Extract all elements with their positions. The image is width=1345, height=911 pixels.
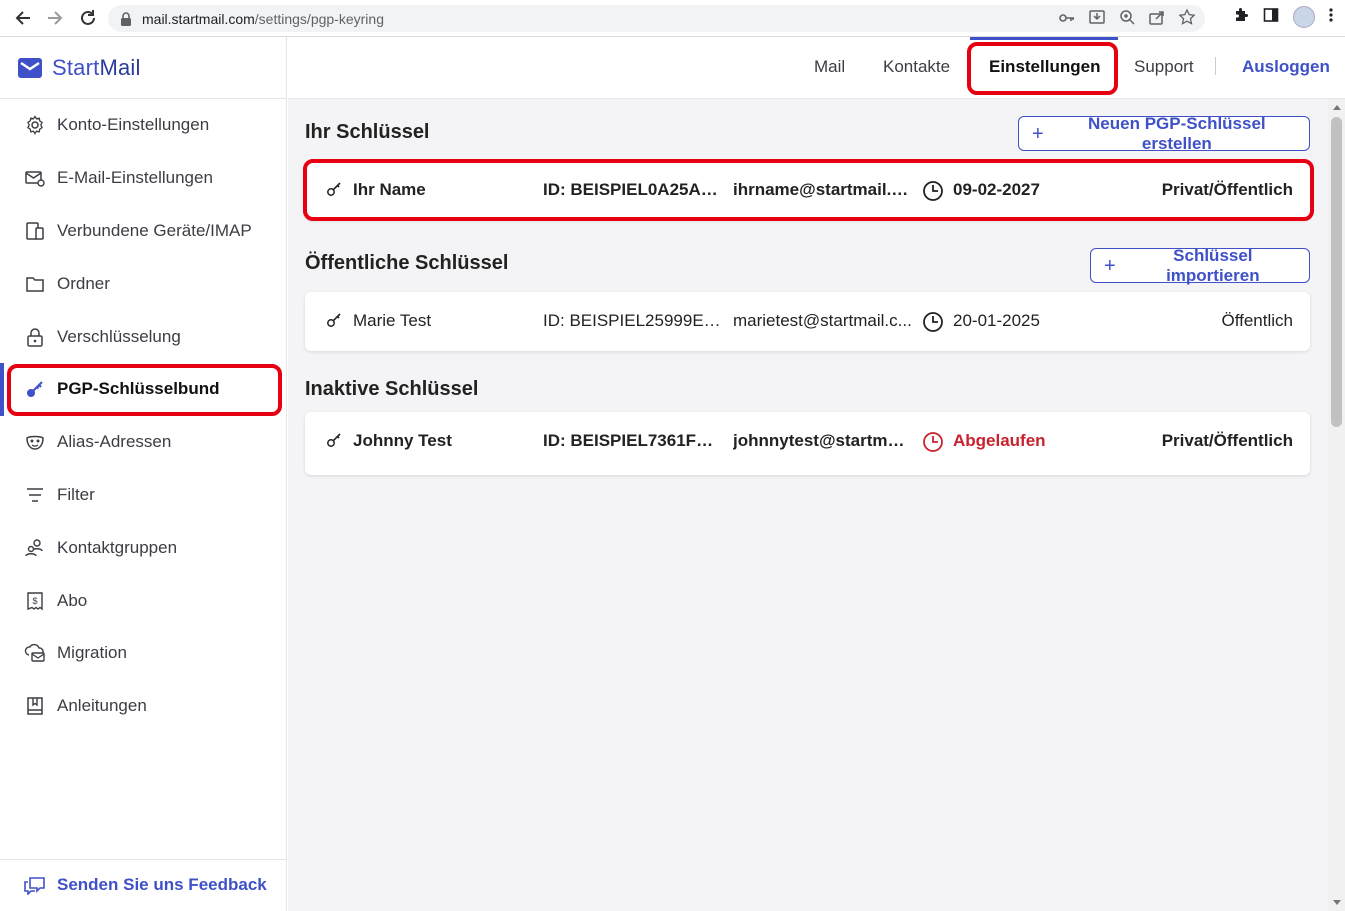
key-name: Marie Test	[353, 311, 432, 330]
feedback-label: Senden Sie uns Feedback	[57, 875, 267, 894]
filter-icon	[24, 484, 46, 506]
clock-icon	[922, 311, 944, 333]
book-icon	[24, 695, 46, 717]
cloud-mail-icon	[24, 642, 46, 664]
highlight-annotation	[7, 364, 282, 416]
menu-icon[interactable]	[1329, 7, 1333, 28]
key-icon	[326, 431, 342, 449]
nav-logout[interactable]: Ausloggen	[1242, 57, 1330, 77]
sidebar-item-label: Anleitungen	[57, 696, 147, 716]
key-name: Johnny Test	[353, 431, 452, 450]
key-expired-status: Abgelaufen	[953, 431, 1046, 450]
contact-groups-icon	[24, 537, 46, 559]
gear-icon	[24, 114, 46, 136]
profile-avatar[interactable]	[1293, 6, 1315, 28]
sidebar: StartMail Konto-Einstellungen E-Mail-Ein…	[0, 37, 287, 911]
sidebar-item-label: Migration	[57, 643, 127, 663]
sidebar-item-verschluesselung[interactable]: Verschlüsselung	[0, 310, 287, 363]
install-icon[interactable]	[1089, 9, 1105, 28]
share-icon[interactable]	[1149, 9, 1165, 28]
scrollbar[interactable]	[1328, 99, 1345, 911]
key-icon	[326, 311, 342, 329]
scroll-down-icon[interactable]	[1333, 900, 1341, 905]
key-id: ID: BEISPIEL25999E7...	[543, 311, 723, 330]
bookmark-star-icon[interactable]	[1178, 8, 1196, 28]
section-title-own-keys: Ihr Schlüssel	[305, 121, 430, 143]
highlight-annotation	[967, 42, 1118, 95]
back-icon[interactable]	[12, 7, 34, 29]
nav-separator	[1215, 57, 1216, 75]
url-host: mail.startmail.com	[142, 10, 255, 27]
key-row[interactable]: Johnny Test ID: BEISPIEL7361FDE... johnn…	[305, 412, 1310, 475]
plus-icon: +	[1032, 122, 1044, 145]
highlight-annotation	[303, 159, 1314, 221]
mail-logo-icon	[18, 58, 42, 78]
create-pgp-key-button[interactable]: + Neuen PGP-Schlüssel erstellen	[1018, 113, 1310, 153]
sidebar-item-konto[interactable]: Konto-Einstellungen	[0, 99, 287, 152]
sidepanel-icon[interactable]	[1263, 7, 1279, 28]
key-type: Privat/Öffentlich	[1161, 431, 1293, 450]
lock-icon	[24, 326, 46, 348]
top-navigation: Mail Kontakte Einstellungen Support Ausl…	[288, 37, 1345, 99]
mask-icon	[24, 431, 46, 453]
startmail-logo[interactable]: StartMail	[18, 55, 141, 81]
key-expiry-date: 20-01-2025	[953, 311, 1040, 330]
key-id: ID: BEISPIEL7361FDE...	[543, 431, 723, 450]
key-email: marietest@startmail.c...	[733, 311, 912, 330]
sidebar-item-filter[interactable]: Filter	[0, 469, 287, 522]
nav-active-indicator	[970, 37, 1118, 40]
lock-icon[interactable]	[120, 11, 132, 26]
sidebar-item-alias[interactable]: Alias-Adressen	[0, 416, 287, 469]
section-title-public-keys: Öffentliche Schlüssel	[305, 252, 509, 274]
sidebar-item-label: Konto-Einstellungen	[57, 115, 210, 135]
scroll-thumb[interactable]	[1331, 117, 1342, 427]
sidebar-item-label: Filter	[57, 484, 95, 504]
key-email: johnnytest@startmail...	[733, 431, 913, 450]
nav-mail[interactable]: Mail	[814, 57, 845, 77]
sidebar-item-label: Verschlüsselung	[57, 326, 181, 346]
import-key-label: Schlüssel importieren	[1166, 245, 1260, 285]
folder-icon	[24, 273, 46, 295]
url-path: /settings/pgp-keyring	[254, 10, 384, 27]
extensions-icon[interactable]	[1233, 7, 1249, 28]
address-bar[interactable]: mail.startmail.com/settings/pgp-keyring	[108, 5, 1205, 32]
forward-icon[interactable]	[44, 7, 66, 29]
sidebar-item-ordner[interactable]: Ordner	[0, 257, 287, 310]
reload-icon[interactable]	[77, 7, 99, 29]
sidebar-item-email-settings[interactable]: E-Mail-Einstellungen	[0, 152, 287, 205]
sidebar-item-anleitungen[interactable]: Anleitungen	[0, 680, 287, 733]
browser-toolbar: mail.startmail.com/settings/pgp-keyring	[0, 0, 1345, 37]
sidebar-item-abo[interactable]: $ Abo	[0, 574, 287, 627]
sidebar-item-devices[interactable]: Verbundene Geräte/IMAP	[0, 205, 287, 258]
divider	[0, 859, 287, 860]
import-key-button[interactable]: + Schlüssel importieren	[1090, 245, 1310, 285]
sidebar-item-migration[interactable]: Migration	[0, 627, 287, 680]
receipt-icon: $	[24, 590, 46, 612]
sidebar-item-label: Ordner	[57, 273, 110, 293]
sidebar-item-label: Kontaktgruppen	[57, 537, 178, 557]
devices-icon	[24, 220, 46, 242]
mail-settings-icon	[24, 167, 46, 189]
scroll-up-icon[interactable]	[1333, 105, 1341, 110]
key-icon[interactable]	[1059, 11, 1075, 26]
svg-text:$: $	[32, 596, 37, 606]
section-title-inactive-keys: Inaktive Schlüssel	[305, 378, 479, 400]
key-type: Öffentlich	[1221, 311, 1293, 330]
feedback-link[interactable]: Senden Sie uns Feedback	[24, 875, 267, 895]
plus-icon: +	[1104, 254, 1116, 277]
chat-icon	[24, 877, 45, 895]
sidebar-item-label: E-Mail-Einstellungen	[57, 168, 213, 188]
key-row[interactable]: Marie Test ID: BEISPIEL25999E7... mariet…	[305, 292, 1310, 351]
create-pgp-key-label: Neuen PGP-Schlüssel erstellen	[1088, 113, 1266, 153]
logo-start: Start	[52, 55, 100, 80]
logo-mail: Mail	[99, 55, 141, 80]
nav-kontakte[interactable]: Kontakte	[883, 57, 950, 77]
sidebar-item-kontaktgruppen[interactable]: Kontaktgruppen	[0, 521, 287, 574]
sidebar-item-label: Alias-Adressen	[57, 432, 172, 452]
sidebar-item-label: Verbundene Geräte/IMAP	[57, 220, 252, 240]
zoom-icon[interactable]	[1119, 9, 1135, 28]
expired-clock-icon	[922, 431, 944, 453]
sidebar-item-label: Abo	[57, 590, 88, 610]
nav-support[interactable]: Support	[1134, 57, 1194, 77]
